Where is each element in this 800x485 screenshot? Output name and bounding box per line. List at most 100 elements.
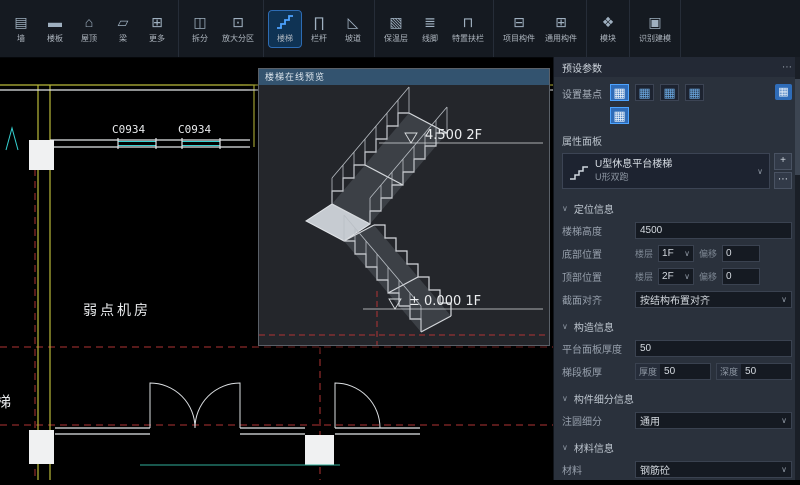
bottom-offset-input[interactable] — [722, 245, 760, 262]
room-label: 弱点机房 — [83, 303, 151, 319]
bottom-level-select[interactable]: 1F ∨ — [658, 245, 694, 262]
toolbar-item-label: 保温层 — [384, 33, 408, 44]
insulation-icon: ▧ — [389, 14, 402, 30]
panel-scrollbar[interactable] — [795, 57, 800, 480]
chevron-down-icon: ∨ — [684, 272, 690, 281]
toolbar-item-generic-component[interactable]: ⊞ 通用构件 — [541, 11, 581, 47]
toolbar-group-components: ⊟ 项目构件 ⊞ 通用构件 — [494, 0, 587, 57]
toolbar-item-ramp[interactable]: ◺ 坡道 — [337, 11, 369, 47]
chevron-down-icon: ∨ — [562, 204, 568, 213]
main-toolbar: ▤ 墙 ▬ 楼板 ⌂ 屋顶 ▱ 梁 ⊞ 更多 ◫ 拆分 ⊡ 放大分区 — [0, 0, 800, 58]
section-construction[interactable]: ∨ 构造信息 — [554, 311, 800, 337]
top-position-row: 顶部位置 楼层 2F ∨ 偏移 — [554, 265, 800, 288]
toolbar-item-zoom-region[interactable]: ⊡ 放大分区 — [218, 11, 258, 47]
section-positioning[interactable]: ∨ 定位信息 — [554, 193, 800, 219]
chevron-down-icon: ∨ — [562, 394, 568, 403]
subdivision-value: 通用 — [640, 413, 660, 428]
stair-type-icon — [569, 162, 589, 180]
toolbar-item-split[interactable]: ◫ 拆分 — [184, 11, 216, 47]
stair-type-row: U型休息平台楼梯 U形双跑 ∨ + ⋯ — [562, 153, 792, 189]
section-material[interactable]: ∨ 材料信息 — [554, 432, 800, 458]
toolbar-item-more[interactable]: ⊞ 更多 — [141, 11, 173, 47]
base-point-option-2-icon[interactable]: ▦ — [635, 84, 654, 101]
toolbar-item-label: 墙 — [17, 33, 25, 44]
chevron-down-icon: ∨ — [781, 416, 787, 425]
panel-scrollbar-thumb[interactable] — [795, 79, 800, 175]
section-subdivision[interactable]: ∨ 构件细分信息 — [554, 383, 800, 409]
material-row: 材料 钢筋砼 ∨ — [554, 458, 800, 481]
slab-icon: ▬ — [48, 14, 62, 30]
special-rail-icon: ⊓ — [463, 14, 474, 30]
flight-depth-input[interactable]: 深度 50 — [716, 363, 792, 380]
toolbar-item-stair[interactable]: 楼梯 — [269, 11, 301, 47]
base-point-option-5-icon[interactable]: ▦ — [610, 107, 629, 124]
top-offset-input[interactable] — [722, 268, 760, 285]
toolbar-item-railing[interactable]: ∏ 栏杆 — [303, 11, 335, 47]
add-type-button[interactable]: + — [774, 153, 792, 170]
toolbar-item-label: 放大分区 — [222, 33, 254, 44]
stair-type-buttons: + ⋯ — [774, 153, 792, 189]
toolbar-item-label: 通用构件 — [545, 33, 577, 44]
level-label: 楼层 — [635, 247, 653, 260]
toolbar-item-label: 拆分 — [192, 33, 208, 44]
platform-thickness-label: 平台面板厚度 — [562, 341, 630, 356]
toolbar-item-project-component[interactable]: ⊟ 项目构件 — [499, 11, 539, 47]
stair-height-label: 楼梯高度 — [562, 223, 630, 238]
section-align-value: 按结构布置对齐 — [640, 292, 710, 307]
toolbar-group-detail: ▧ 保温层 ≣ 线脚 ⊓ 特置扶栏 — [375, 0, 494, 57]
chevron-down-icon: ∨ — [684, 249, 690, 258]
properties-section-label: 属性面板 — [554, 126, 800, 151]
thickness-prefix-label: 厚度 — [636, 364, 660, 379]
toolbar-item-label: 线脚 — [422, 33, 438, 44]
toolbar-item-label: 特置扶栏 — [452, 33, 484, 44]
beam-icon: ▱ — [118, 14, 129, 30]
chevron-down-icon: ∨ — [781, 465, 787, 474]
base-point-option-3-icon[interactable]: ▦ — [660, 84, 679, 101]
module-icon: ❖ — [602, 14, 615, 30]
base-point-option-1-icon[interactable]: ▦ — [610, 84, 629, 101]
material-value: 钢筋砼 — [640, 462, 670, 477]
toolbar-item-molding[interactable]: ≣ 线脚 — [414, 11, 446, 47]
toolbar-item-beam[interactable]: ▱ 梁 — [107, 11, 139, 47]
stair-height-input[interactable] — [635, 222, 792, 239]
section-align-row: 截面对齐 按结构布置对齐 ∨ — [554, 288, 800, 311]
panel-more-button[interactable]: ⋯ — [782, 62, 792, 73]
toolbar-group-edit: ◫ 拆分 ⊡ 放大分区 — [179, 0, 264, 57]
thickness-value: 50 — [660, 364, 679, 379]
toolbar-item-insulation[interactable]: ▧ 保温层 — [380, 11, 412, 47]
base-point-options: ▦ ▦ ▦ ▦ ▦ — [610, 84, 722, 124]
top-position-label: 顶部位置 — [562, 269, 630, 284]
chevron-down-icon: ∨ — [757, 167, 763, 176]
more-icon: ⊞ — [151, 14, 163, 30]
roof-icon: ⌂ — [85, 14, 93, 30]
toolbar-item-module[interactable]: ❖ 模块 — [592, 11, 624, 47]
toolbar-item-slab[interactable]: ▬ 楼板 — [39, 11, 71, 47]
stair-height-row: 楼梯高度 — [554, 219, 800, 242]
section-title: 定位信息 — [574, 201, 614, 216]
zoom-region-icon: ⊡ — [232, 14, 244, 30]
type-more-button[interactable]: ⋯ — [774, 172, 792, 189]
subdivision-row: 注圆细分 通用 ∨ — [554, 409, 800, 432]
base-point-option-4-icon[interactable]: ▦ — [685, 84, 704, 101]
toolbar-item-special-rail[interactable]: ⊓ 特置扶栏 — [448, 11, 488, 47]
toolbar-group-module: ❖ 模块 — [587, 0, 630, 57]
panel-collapse-button[interactable]: ▦ — [775, 84, 792, 100]
flight-thickness-input[interactable]: 厚度 50 — [635, 363, 711, 380]
window-tag: C0934 — [112, 123, 145, 136]
stair-type-subname: U形双跑 — [595, 172, 751, 183]
section-align-select[interactable]: 按结构布置对齐 ∨ — [635, 291, 792, 308]
toolbar-item-roof[interactable]: ⌂ 屋顶 — [73, 11, 105, 47]
platform-thickness-input[interactable] — [635, 340, 792, 357]
chevron-down-icon: ∨ — [562, 443, 568, 452]
elevation-bottom-label: ± 0.000 1F — [409, 294, 481, 309]
subdivision-select[interactable]: 通用 ∨ — [635, 412, 792, 429]
stair-type-select[interactable]: U型休息平台楼梯 U形双跑 ∨ — [562, 153, 770, 189]
toolbar-item-wall[interactable]: ▤ 墙 — [5, 11, 37, 47]
toolbar-item-recognize-model[interactable]: ▣ 识别建模 — [635, 11, 675, 47]
toolbar-item-label: 栏杆 — [311, 33, 327, 44]
material-select[interactable]: 钢筋砼 ∨ — [635, 461, 792, 478]
top-level-select[interactable]: 2F ∨ — [658, 268, 694, 285]
stair-preview-window[interactable]: 楼梯在线预览 — [258, 68, 550, 346]
subdivision-label: 注圆细分 — [562, 413, 630, 428]
preview-titlebar[interactable]: 楼梯在线预览 — [259, 69, 549, 85]
